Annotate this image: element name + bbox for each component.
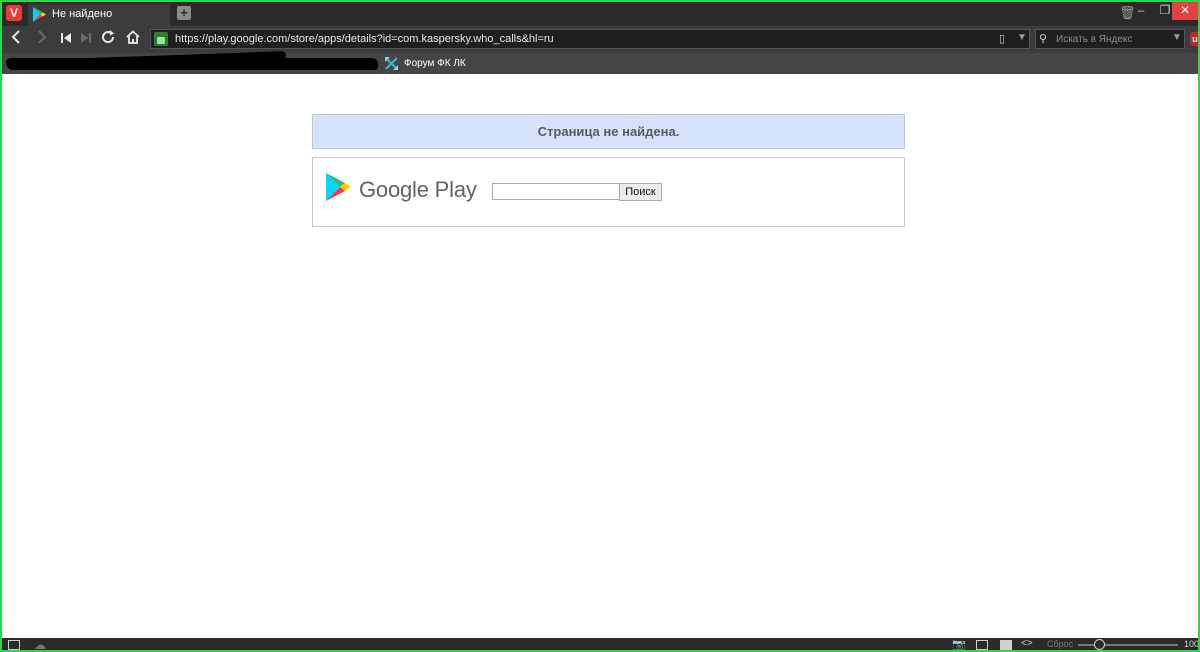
ublock-extension-icon[interactable]: u — [1190, 32, 1198, 46]
bookmark-label: Форум ФК ЛК — [404, 58, 466, 69]
home-button[interactable] — [123, 30, 143, 50]
close-button[interactable]: ✕ — [1172, 2, 1198, 20]
chevron-left-icon — [11, 30, 20, 44]
zoom-level: 100 — [1184, 639, 1200, 649]
vivaldi-logo-icon[interactable]: V — [6, 5, 22, 21]
navigation-bar: https://play.google.com/store/apps/detai… — [2, 26, 1198, 53]
lock-icon[interactable] — [154, 32, 168, 46]
google-play-logo[interactable]: Google Play — [325, 172, 485, 204]
chevron-right-icon — [38, 30, 47, 44]
status-bar: ☁ 📷 <> Сброс 100 — [2, 638, 1200, 650]
search-icon[interactable]: ⚲ — [1039, 32, 1047, 45]
search-input[interactable] — [1056, 31, 1166, 47]
minimize-button[interactable]: – — [1128, 2, 1154, 20]
zoom-slider-handle[interactable] — [1094, 639, 1105, 650]
camera-icon[interactable]: 📷 — [952, 638, 966, 650]
play-search-input[interactable] — [492, 183, 620, 200]
chevron-down-icon[interactable]: ▼ — [1172, 32, 1182, 43]
rewind-button[interactable] — [56, 30, 76, 50]
bookmarks-bar: Форум ФК ЛК — [2, 53, 1198, 74]
image-icon[interactable] — [1000, 640, 1012, 650]
not-found-message: Страница не найдена. — [537, 124, 680, 139]
fast-forward-button[interactable] — [76, 30, 96, 50]
tab-title: Не найдено — [52, 8, 113, 20]
code-icon[interactable]: <> — [1021, 638, 1033, 649]
url-text[interactable]: https://play.google.com/store/apps/detai… — [175, 33, 554, 45]
back-button[interactable] — [6, 30, 26, 50]
tab-active[interactable]: Не найдено — [28, 4, 170, 26]
bookmark-icon[interactable]: ▯ — [999, 32, 1005, 45]
reload-button[interactable] — [98, 30, 118, 50]
cloud-sync-icon[interactable]: ☁ — [34, 638, 46, 650]
tab-strip: V Не найдено + 🗑 – ❐ ✕ — [2, 2, 1198, 26]
address-bar[interactable]: https://play.google.com/store/apps/detai… — [150, 29, 1030, 49]
search-engine-box[interactable]: ⚲ ▼ — [1035, 29, 1185, 49]
chevron-down-icon[interactable]: ▼ — [1017, 32, 1027, 43]
brand-name: Google Play — [359, 177, 477, 202]
window-icon[interactable] — [976, 640, 988, 650]
browser-window: V Не найдено + 🗑 – ❐ ✕ https://play.goog… — [0, 0, 1200, 652]
cross-arrows-icon — [385, 57, 398, 70]
home-icon — [126, 30, 140, 44]
forward-button[interactable] — [32, 30, 52, 50]
reload-icon — [102, 30, 115, 44]
zoom-reset-button[interactable]: Сброс — [1047, 639, 1073, 649]
new-tab-button[interactable]: + — [177, 6, 191, 20]
zoom-slider[interactable] — [1078, 639, 1178, 650]
skip-forward-icon — [81, 33, 91, 43]
search-button[interactable]: Поиск — [619, 183, 662, 201]
redacted-bookmarks — [6, 58, 378, 70]
not-found-notice: Страница не найдена. — [312, 114, 905, 149]
skip-back-icon — [61, 33, 71, 43]
google-play-favicon-icon — [33, 7, 46, 22]
google-play-search-panel: Google Play Поиск — [312, 157, 905, 227]
google-play-logo-icon — [326, 173, 351, 201]
panel-toggle-icon[interactable] — [8, 640, 20, 650]
